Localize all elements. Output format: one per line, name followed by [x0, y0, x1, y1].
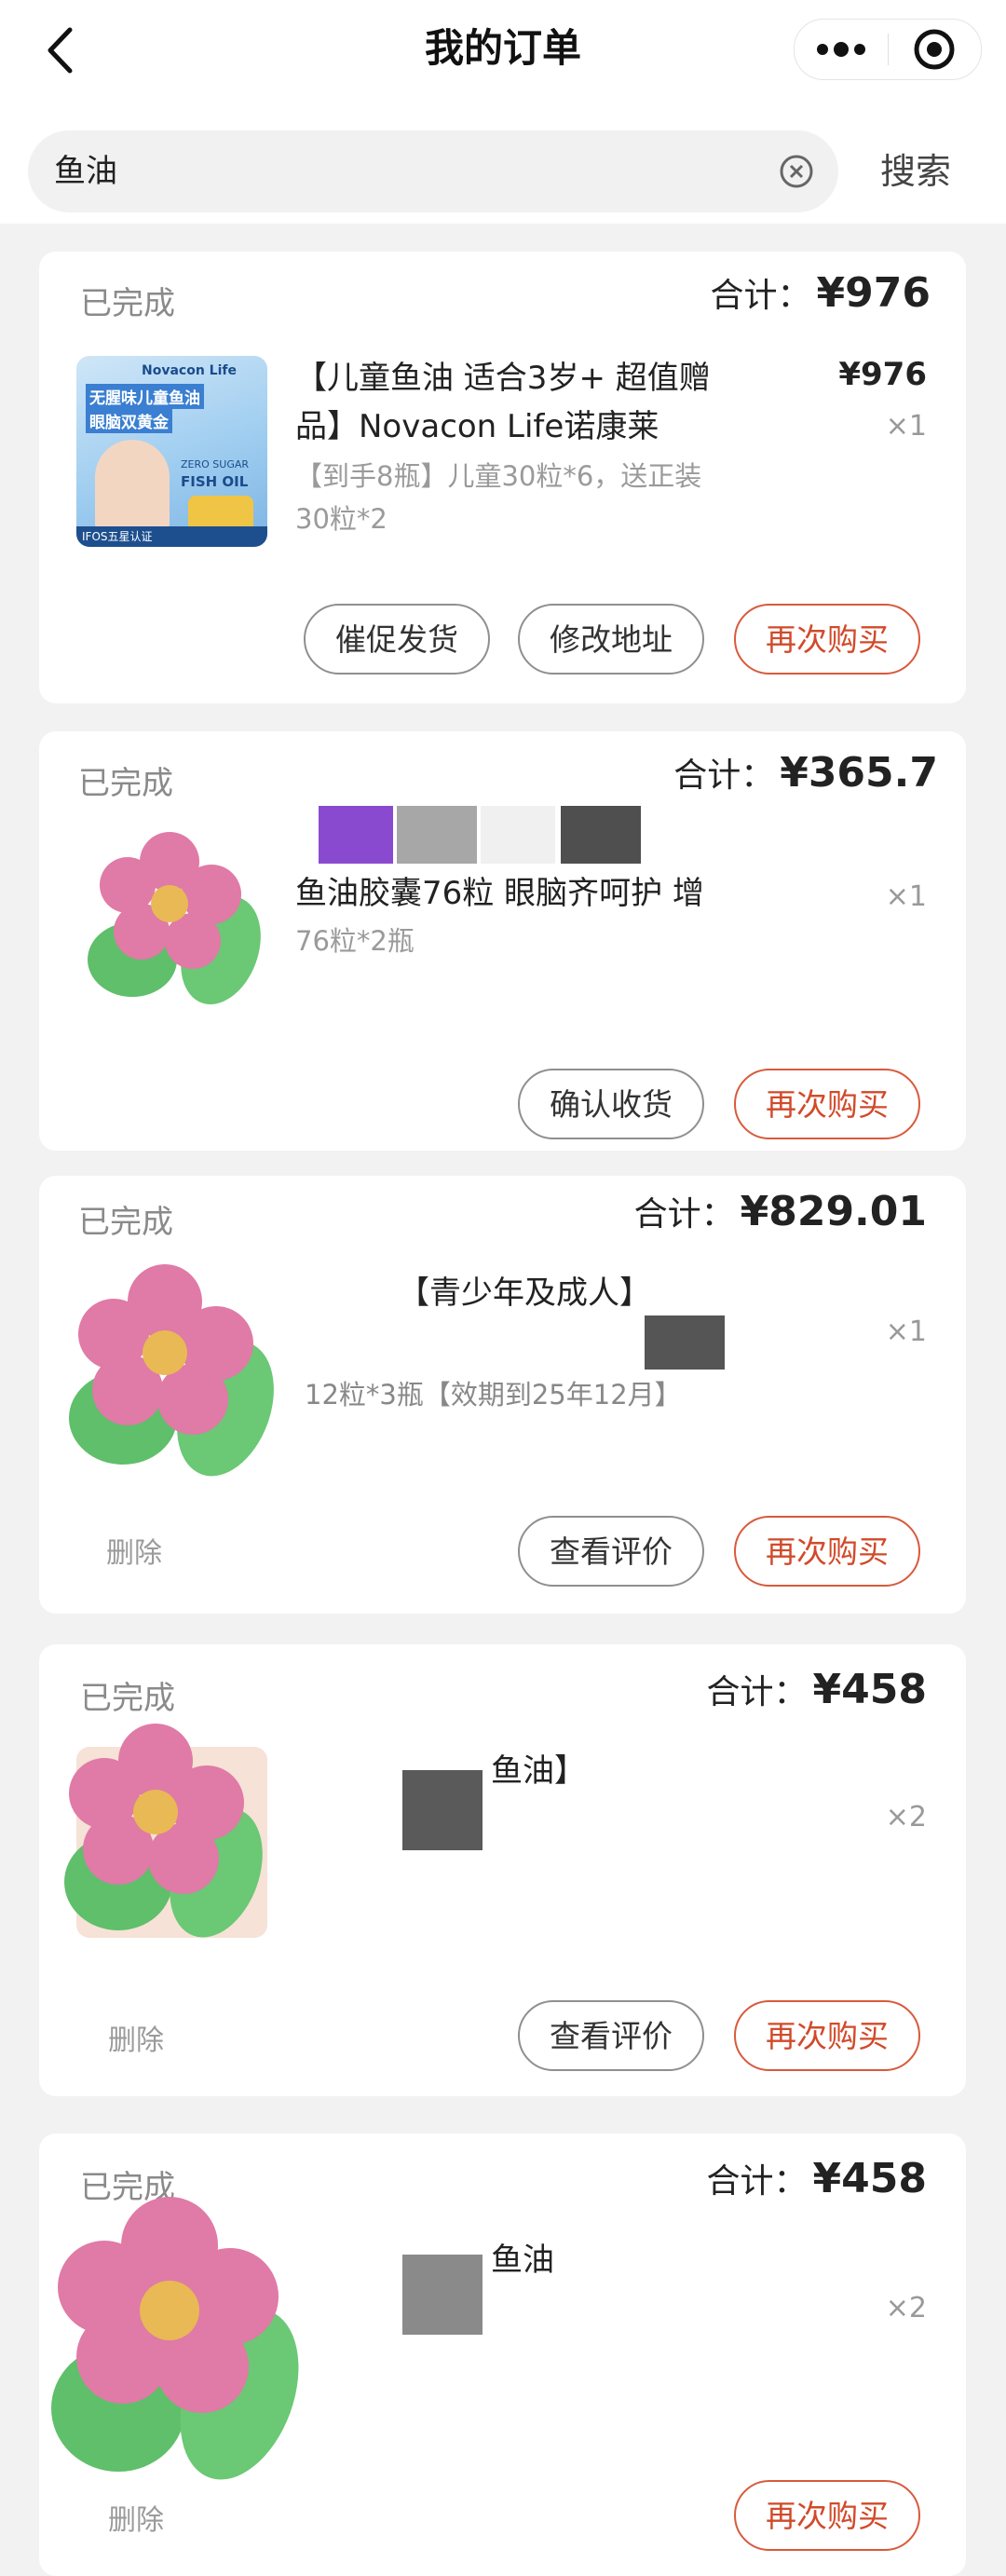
product-quantity: ×2	[885, 1801, 927, 1833]
thumb-zero: ZERO SUGAR	[181, 458, 250, 470]
total-label: 合计：	[633, 1195, 735, 1233]
product-quantity: ×1	[885, 1315, 927, 1348]
confirm-receipt-button[interactable]: 确认收货	[518, 1069, 704, 1139]
order-card: 已完成 合计： ¥829.01 【青少年及成人】 12粒*3瓶【效期到25年12…	[39, 1176, 966, 1614]
product-quantity: ×1	[885, 880, 927, 913]
redacted-block	[402, 2255, 483, 2335]
order-total: 合计： ¥458	[707, 2154, 927, 2202]
close-mini-program-button[interactable]	[889, 20, 982, 79]
target-icon	[914, 29, 955, 70]
order-total: 合计： ¥976	[711, 268, 931, 317]
total-label: 合计：	[710, 277, 811, 315]
product-spec: 12粒*3瓶【效期到25年12月】	[305, 1379, 682, 1411]
flower-sticker-icon	[69, 1264, 274, 1477]
total-amount: ¥458	[812, 2155, 927, 2202]
product-title[interactable]: 鱼油】	[491, 1747, 677, 1795]
view-review-button[interactable]: 查看评价	[518, 1516, 704, 1587]
product-quantity: ×1	[885, 410, 927, 443]
product-title[interactable]: 【青少年及成人】	[398, 1269, 752, 1317]
total-label: 合计：	[706, 1673, 808, 1711]
unit-price: ¥976	[838, 356, 927, 393]
order-total: 合计： ¥365.7	[673, 748, 938, 797]
mini-program-capsule	[794, 19, 982, 80]
product-title[interactable]: 【儿童鱼油 适合3岁+ 超值赠品】Novacon Life诺康莱	[295, 354, 742, 451]
clear-icon[interactable]	[779, 154, 814, 189]
total-amount: ¥458	[812, 1666, 927, 1713]
redacted-block	[319, 806, 393, 864]
delete-order-button[interactable]: 删除	[108, 2017, 164, 2058]
search-bar: 鱼油 搜索	[0, 102, 1006, 224]
view-review-button[interactable]: 查看评价	[518, 2000, 704, 2071]
redacted-block	[561, 806, 641, 864]
delete-order-button[interactable]: 删除	[106, 1530, 162, 1571]
flower-sticker-icon	[88, 832, 261, 1005]
order-card: 已完成 合计： ¥976 Novacon Life 无腥味儿童鱼油 眼脑双黄金 …	[39, 252, 966, 703]
thumb-fish: FISH OIL	[181, 473, 249, 490]
thumb-line2: 眼脑双黄金	[86, 408, 172, 433]
buy-again-button[interactable]: 再次购买	[734, 1516, 920, 1587]
product-spec: 【到手8瓶】儿童30粒*6，送正装30粒*2	[295, 460, 702, 535]
order-card: 已完成 合计： ¥458 鱼油】 ×2 删除 查看评价 再次购买	[39, 1644, 966, 2096]
thumb-brand: Novacon Life	[142, 363, 237, 378]
order-status: 已完成	[78, 765, 173, 802]
thumb-cert: IFOS五星认证	[76, 526, 267, 547]
flower-sticker-icon	[64, 1724, 263, 1938]
order-status: 已完成	[78, 1204, 173, 1241]
modify-address-button[interactable]: 修改地址	[518, 604, 704, 675]
more-button[interactable]	[795, 20, 888, 79]
total-label: 合计：	[706, 2162, 808, 2201]
search-value: 鱼油	[54, 153, 117, 190]
buy-again-button[interactable]: 再次购买	[734, 2000, 920, 2071]
urge-shipping-button[interactable]: 催促发货	[304, 604, 490, 675]
top-bar: 我的订单	[0, 0, 1006, 102]
buy-again-button[interactable]: 再次购买	[734, 1069, 920, 1139]
redacted-block	[481, 806, 555, 864]
thumb-line1: 无腥味儿童鱼油	[86, 384, 204, 409]
total-amount: ¥365.7	[780, 749, 938, 797]
order-card: 已完成 合计： ¥458 鱼油 ×2 删除 再次购买	[39, 2133, 966, 2576]
redacted-block	[397, 806, 477, 864]
total-amount: ¥976	[816, 269, 931, 317]
product-quantity: ×2	[885, 2292, 927, 2324]
redacted-block	[645, 1315, 725, 1370]
product-title[interactable]: 鱼油胶囊76粒 眼脑齐呵护 增	[295, 869, 742, 918]
flower-sticker-icon	[51, 2197, 299, 2480]
product-spec: 76粒*2瓶	[295, 925, 415, 957]
search-input[interactable]: 鱼油	[28, 130, 838, 212]
order-total: 合计： ¥829.01	[634, 1187, 927, 1235]
total-label: 合计：	[673, 756, 775, 795]
product-title[interactable]: 鱼油	[491, 2236, 677, 2284]
buy-again-button[interactable]: 再次购买	[734, 604, 920, 675]
more-icon	[816, 42, 865, 57]
order-card: 已完成 合计： ¥365.7 鱼油胶囊76粒 眼脑齐呵护 增 76粒*2瓶 ×1…	[39, 731, 966, 1151]
delete-order-button[interactable]: 删除	[108, 2497, 164, 2538]
order-total: 合计： ¥458	[707, 1665, 927, 1713]
redacted-block	[402, 1770, 483, 1850]
thumb-child	[95, 440, 170, 533]
order-status: 已完成	[80, 285, 175, 322]
total-amount: ¥829.01	[740, 1188, 927, 1235]
search-button[interactable]: 搜索	[880, 130, 951, 212]
product-image[interactable]: Novacon Life 无腥味儿童鱼油 眼脑双黄金 ZERO SUGAR FI…	[76, 356, 267, 547]
buy-again-button[interactable]: 再次购买	[734, 2480, 920, 2551]
